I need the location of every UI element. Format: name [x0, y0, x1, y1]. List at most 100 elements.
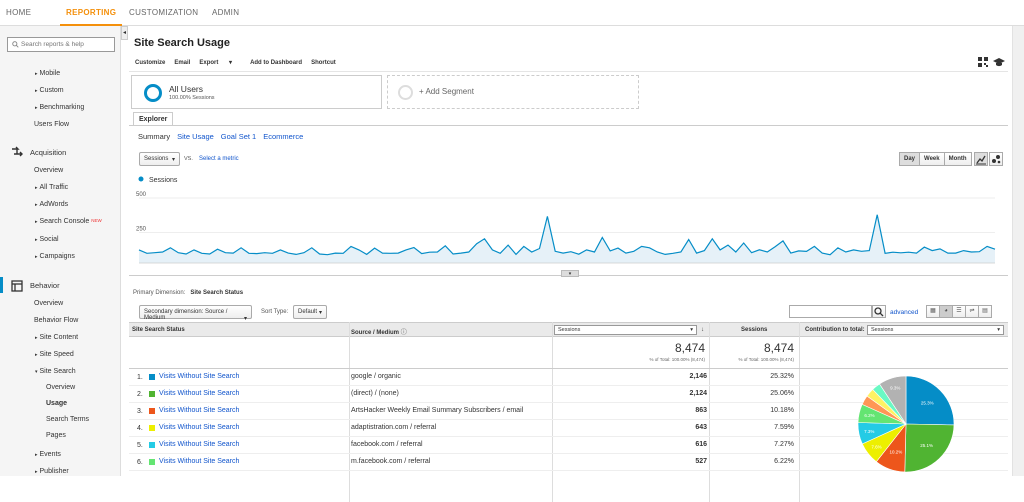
row-status-link[interactable]: Visits Without Site Search — [159, 441, 239, 448]
row-source-medium: facebook.com / referral — [351, 441, 423, 448]
qr-code-icon[interactable] — [978, 57, 988, 67]
select-metric-link[interactable]: Select a metric — [199, 156, 239, 162]
subtab-site-usage[interactable]: Site Usage — [177, 132, 214, 141]
sidebar-item-beh-overview[interactable]: Overview — [34, 300, 63, 307]
sidebar-item-events[interactable]: ▸ Events — [35, 451, 61, 458]
caret-right-icon: ▸ — [35, 452, 38, 458]
sidebar-item-search-console[interactable]: ▸ Search Console NEW — [35, 218, 102, 225]
row-status-link[interactable]: Visits Without Site Search — [159, 373, 239, 380]
sidebar-item-all-traffic[interactable]: ▸ All Traffic — [35, 184, 68, 191]
table-search-input[interactable] — [789, 305, 872, 318]
day-button[interactable]: Day — [899, 152, 921, 166]
line-chart-button[interactable] — [974, 152, 988, 166]
row-status-link[interactable]: Visits Without Site Search — [159, 424, 239, 431]
performance-view-button[interactable]: ☰ — [952, 305, 966, 318]
table-search-button[interactable] — [872, 305, 886, 318]
row-source-medium: adaptistration.com / referral — [351, 424, 437, 431]
caret-right-icon: ▸ — [35, 469, 38, 475]
nav-home[interactable]: HOME — [6, 8, 31, 17]
contribution-column-select[interactable]: Sessions ▾ — [867, 325, 1004, 335]
sidebar-item-behavior-flow[interactable]: Behavior Flow — [34, 317, 78, 324]
caret-down-icon: ▾ — [35, 369, 38, 375]
secondary-dimension-select[interactable]: Secondary dimension: Source / Medium ▾ — [139, 305, 252, 322]
nav-customization[interactable]: CUSTOMIZATION — [129, 8, 198, 17]
pie-slice-label: 6.2% — [864, 413, 874, 418]
sidebar-search[interactable] — [7, 37, 115, 52]
sidebar-item-benchmarking[interactable]: ▸ Benchmarking — [35, 104, 84, 111]
sidebar-item-publisher[interactable]: ▸ Publisher — [35, 468, 69, 475]
nav-admin[interactable]: ADMIN — [212, 8, 239, 17]
sort-desc-icon[interactable]: ↓ — [701, 327, 704, 333]
header-site-search-status[interactable]: Site Search Status — [132, 327, 185, 333]
row-sessions-percent: 25.06% — [770, 390, 794, 397]
sidebar-item-campaigns[interactable]: ▸ Campaigns — [35, 253, 75, 260]
vs-label: VS. — [184, 156, 193, 162]
sidebar-item-users-flow[interactable]: Users Flow — [34, 121, 69, 128]
data-table-view-button[interactable]: ▦ — [926, 305, 940, 318]
sidebar-item-ss-overview[interactable]: Overview — [46, 384, 75, 391]
sidebar-item-acquisition[interactable]: Acquisition — [30, 148, 66, 157]
explorer-subtabs: Summary Site Usage Goal Set 1 Ecommerce — [138, 132, 310, 141]
metric-column-select[interactable]: Sessions ▾ — [554, 325, 697, 335]
month-button[interactable]: Month — [943, 152, 972, 166]
nav-reporting[interactable]: REPORTING — [59, 8, 123, 26]
pivot-view-button[interactable]: ▤ — [978, 305, 992, 318]
chevron-down-icon: ▾ — [568, 271, 572, 277]
sidebar-item-ss-usage[interactable]: Usage — [46, 400, 67, 407]
percentage-view-button[interactable]: ◕ — [939, 305, 953, 318]
row-status-link[interactable]: Visits Without Site Search — [159, 390, 239, 397]
title-divider — [129, 71, 1008, 72]
sidebar-item-adwords[interactable]: ▸ AdWords — [35, 201, 68, 208]
segment-all-users[interactable]: All Users 100.00% Sessions — [131, 75, 382, 109]
search-icon — [874, 307, 884, 317]
pie-slice-label: 7.3% — [864, 429, 874, 434]
week-button[interactable]: Week — [919, 152, 945, 166]
sidebar-item-site-speed[interactable]: ▸ Site Speed — [35, 351, 74, 358]
sort-type-select[interactable]: Default ▾ — [293, 305, 327, 319]
row-sessions: 616 — [695, 441, 707, 448]
sidebar: ▸Mobile ▸Custom ▸Benchmarking Users Flow… — [0, 26, 121, 476]
subtab-ecommerce[interactable]: Ecommerce — [263, 132, 303, 141]
sidebar-item-acq-overview[interactable]: Overview — [34, 167, 63, 174]
header-sessions[interactable]: Sessions — [741, 327, 767, 333]
sidebar-item-site-search[interactable]: ▾ Site Search — [35, 368, 76, 375]
export-button[interactable]: Export ▾ — [199, 60, 241, 66]
collapse-sidebar-button[interactable]: ◂ — [121, 26, 128, 40]
customize-button[interactable]: Customize — [135, 60, 165, 66]
caret-down-icon: ▾ — [690, 327, 693, 333]
add-segment-button[interactable]: + Add Segment — [387, 75, 639, 109]
comparison-view-button[interactable]: ⇌ — [965, 305, 979, 318]
caret-right-icon: ▸ — [35, 202, 38, 208]
row-status-link[interactable]: Visits Without Site Search — [159, 458, 239, 465]
sidebar-item-custom[interactable]: ▸ Custom — [35, 87, 64, 94]
email-button[interactable]: Email — [174, 60, 190, 66]
graduation-cap-icon[interactable] — [993, 57, 1005, 67]
sidebar-item-ss-search-terms[interactable]: Search Terms — [46, 416, 89, 423]
row-sessions: 643 — [695, 424, 707, 431]
sidebar-item-mobile[interactable]: ▸ Mobile — [35, 70, 60, 77]
tab-explorer[interactable]: Explorer — [133, 112, 173, 126]
total-sessions-sub: % of Total: 100.00% (8,474) — [649, 357, 705, 362]
primary-dimension-value[interactable]: Site Search Status — [190, 290, 243, 296]
report-toolbar: Customize Email Export ▾ Add to Dashboard Sh… — [135, 59, 345, 66]
search-input[interactable] — [21, 39, 111, 50]
search-icon — [12, 41, 19, 48]
header-source-medium[interactable]: Source / Medium ⓘ — [351, 327, 407, 336]
advanced-filter-link[interactable]: advanced — [890, 309, 918, 316]
sidebar-item-site-content[interactable]: ▸ Site Content — [35, 334, 78, 341]
sidebar-item-behavior[interactable]: Behavior — [30, 281, 60, 290]
chart-expand-button[interactable]: ▾ — [561, 270, 579, 277]
motion-chart-button[interactable] — [989, 152, 1003, 166]
subtab-summary[interactable]: Summary — [138, 132, 170, 141]
segment-name: All Users — [169, 84, 204, 94]
sidebar-item-ss-pages[interactable]: Pages — [46, 432, 66, 439]
page-scrollbar[interactable] — [1012, 26, 1024, 476]
metric-select[interactable]: Sessions ▾ — [139, 152, 180, 166]
row-sessions-percent: 6.22% — [774, 458, 794, 465]
row-status-link[interactable]: Visits Without Site Search — [159, 407, 239, 414]
shortcut-button[interactable]: Shortcut — [311, 60, 336, 66]
subtab-goal-set-1[interactable]: Goal Set 1 — [221, 132, 256, 141]
series-color-swatch — [149, 442, 155, 448]
add-to-dashboard-button[interactable]: Add to Dashboard — [250, 60, 302, 66]
sidebar-item-social[interactable]: ▸ Social — [35, 236, 59, 243]
